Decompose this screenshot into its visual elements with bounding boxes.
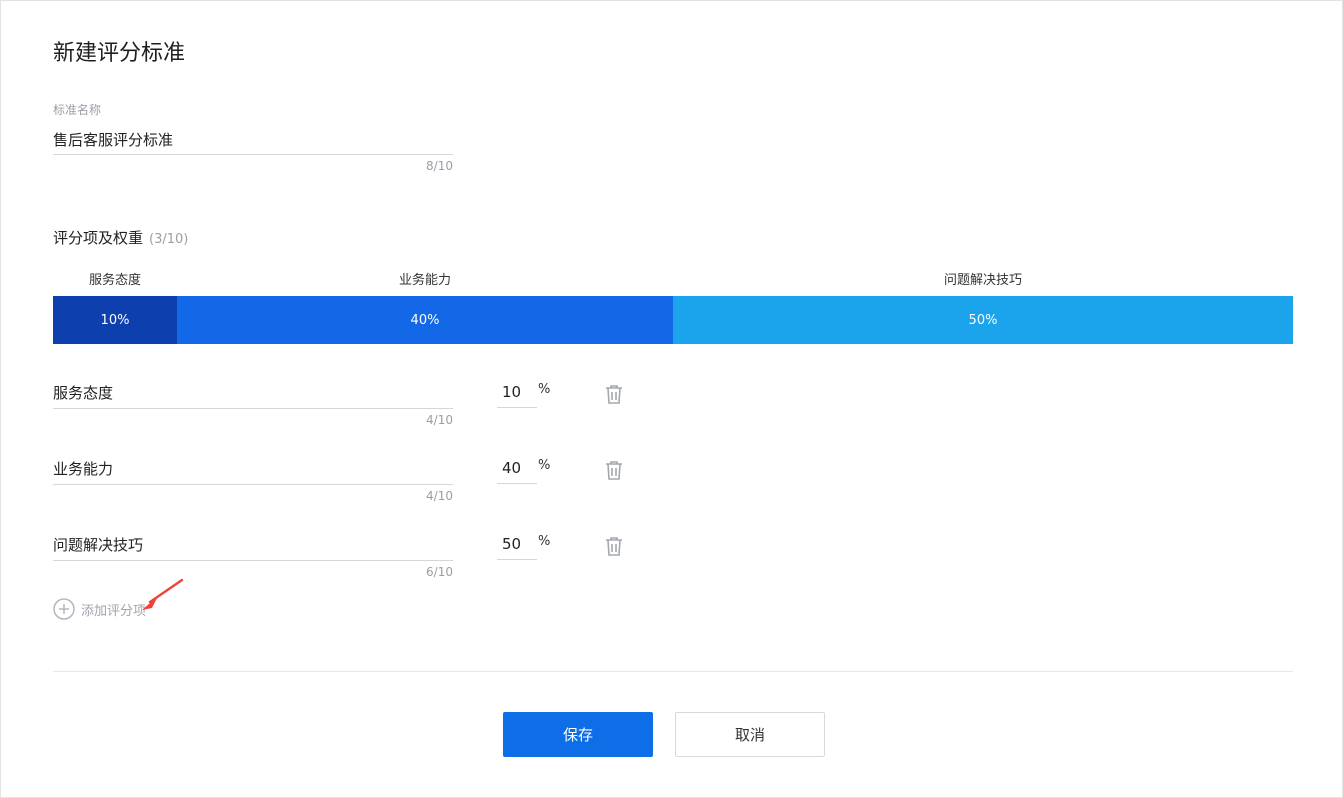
standard-name-label: 标准名称 (53, 103, 102, 117)
item-name-counter-1: 4/10 (426, 413, 453, 427)
item-weight-unit-1: % (538, 382, 551, 397)
item-name-counter-2: 4/10 (426, 489, 453, 503)
item-name-input-1[interactable] (53, 376, 453, 409)
plus-circle-icon (53, 598, 75, 620)
items-section-count: (3/10) (149, 232, 189, 247)
item-name-counter-3: 6/10 (426, 565, 453, 579)
item-weight-unit-2: % (538, 458, 551, 473)
save-button[interactable]: 保存 (503, 712, 653, 757)
weight-bar-percent-3: 50% (968, 312, 998, 328)
weight-bar-percent-1: 10% (100, 312, 130, 328)
trash-icon[interactable] (603, 383, 625, 405)
weight-bar-label-3: 问题解决技巧 (943, 273, 1022, 288)
footer-divider (53, 671, 1293, 672)
weight-distribution-bar: 10% 40% 50% (53, 296, 1293, 344)
weight-bar-percent-2: 40% (410, 312, 440, 328)
items-section-title: 评分项及权重 (3/10) (53, 227, 188, 248)
item-weight-input-2[interactable] (497, 452, 537, 484)
weight-bar-label-2: 业务能力 (398, 273, 451, 288)
items-section-label: 评分项及权重 (53, 229, 144, 247)
weight-bar-segment-3: 50% (673, 296, 1293, 344)
item-weight-unit-3: % (538, 534, 551, 549)
standard-name-input[interactable] (53, 124, 453, 155)
annotation-arrow-icon (142, 578, 184, 610)
weight-bar-label-1: 服务态度 (88, 273, 141, 288)
item-weight-input-1[interactable] (497, 376, 537, 408)
item-weight-input-3[interactable] (497, 528, 537, 560)
trash-icon[interactable] (603, 535, 625, 557)
item-name-input-2[interactable] (53, 452, 453, 485)
trash-icon[interactable] (603, 459, 625, 481)
standard-name-counter: 8/10 (426, 159, 453, 173)
item-name-input-3[interactable] (53, 528, 453, 561)
weight-bar-segment-2: 40% (177, 296, 673, 344)
cancel-button[interactable]: 取消 (675, 712, 825, 757)
weight-bar-segment-1: 10% (53, 296, 177, 344)
page-title: 新建评分标准 (53, 41, 186, 66)
add-scoring-item-label: 添加评分项 (81, 603, 147, 619)
add-scoring-item-button[interactable]: 添加评分项 (53, 597, 146, 621)
